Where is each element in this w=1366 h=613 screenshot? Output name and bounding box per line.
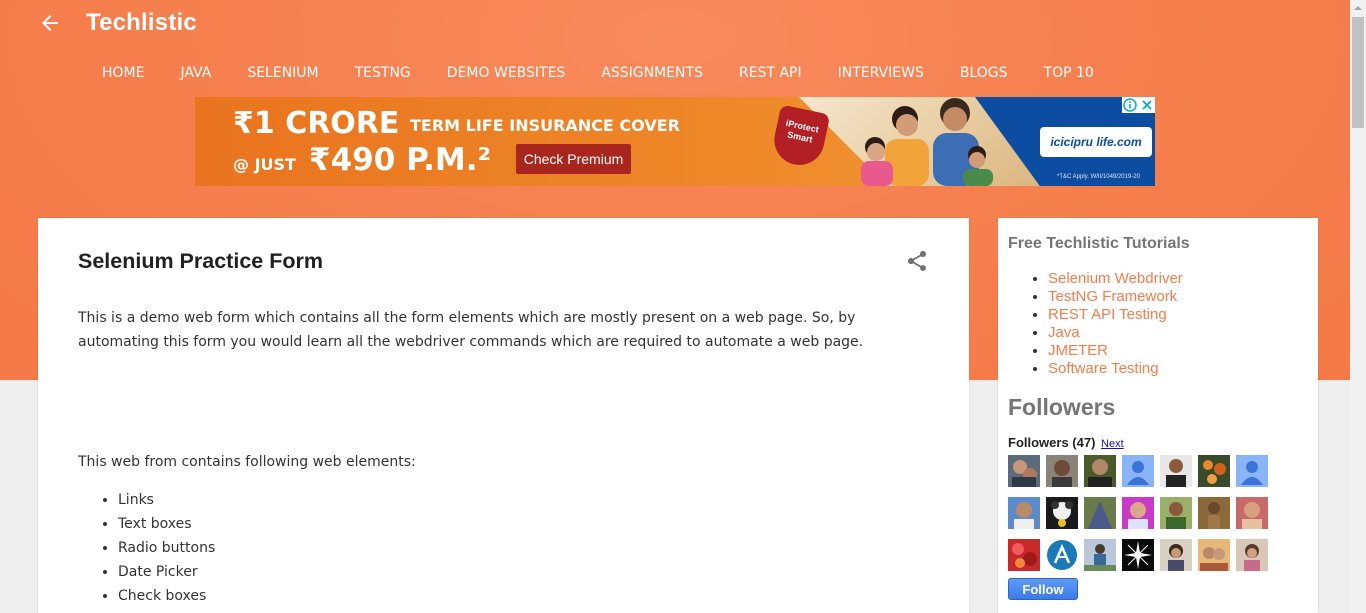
tutorial-link-selenium-webdriver[interactable]: Selenium Webdriver <box>1048 270 1183 287</box>
follower-avatar[interactable] <box>1008 497 1040 529</box>
page-scrollbar[interactable] <box>1350 0 1366 613</box>
tutorial-item: TestNG Framework <box>1048 288 1183 306</box>
scrollbar-thumb[interactable] <box>1352 17 1364 128</box>
list-item: Radio buttons <box>118 536 215 560</box>
ad-price-prefix: @ JUST <box>233 155 296 174</box>
site-title[interactable]: Techlistic <box>86 9 197 37</box>
post-elements-intro: This web from contains following web ele… <box>78 454 416 470</box>
tutorial-link-testng-framework[interactable]: TestNG Framework <box>1048 288 1177 305</box>
tutorial-item: Software Testing <box>1048 360 1183 378</box>
nav-item-top-10[interactable]: TOP 10 <box>1026 62 1112 84</box>
follower-avatar[interactable] <box>1084 455 1116 487</box>
post-title: Selenium Practice Form <box>78 249 323 273</box>
tutorial-item: Selenium Webdriver <box>1048 270 1183 288</box>
follower-avatar[interactable] <box>1198 539 1230 571</box>
nav-item-selenium[interactable]: SELENIUM <box>229 62 336 84</box>
follower-avatar[interactable] <box>1236 455 1268 487</box>
tutorial-item: Java <box>1048 324 1183 342</box>
share-icon[interactable] <box>905 249 929 273</box>
follower-avatar[interactable] <box>1122 497 1154 529</box>
follower-avatar[interactable] <box>1084 539 1116 571</box>
follower-avatar[interactable] <box>1008 455 1040 487</box>
follow-button[interactable]: Follow <box>1008 578 1078 600</box>
ad-subline: TERM LIFE INSURANCE COVER <box>410 116 680 135</box>
follower-avatar[interactable] <box>1046 539 1078 571</box>
ad-check-premium-button[interactable]: Check Premium <box>516 144 631 174</box>
tutorial-item: JMETER <box>1048 342 1183 360</box>
scroll-up-arrow-icon[interactable] <box>1350 0 1366 16</box>
follower-avatar[interactable] <box>1046 455 1078 487</box>
follower-avatar[interactable] <box>1008 539 1040 571</box>
follower-avatar[interactable] <box>1084 497 1116 529</box>
follower-avatar[interactable] <box>1236 539 1268 571</box>
nav-item-demo-websites[interactable]: DEMO WEBSITES <box>429 62 584 84</box>
nav-item-java[interactable]: JAVA <box>162 62 229 84</box>
back-arrow-icon[interactable] <box>38 11 62 35</box>
tutorial-item: REST API Testing <box>1048 306 1183 324</box>
ad-brand-logo: icicipru life.com <box>1040 127 1152 157</box>
sidebar: Free Techlistic Tutorials Selenium Webdr… <box>998 218 1318 613</box>
followers-next-link[interactable]: Next <box>1101 438 1124 450</box>
ad-disclaimer: *T&C Apply. W/II/1049/2019-20 <box>1057 174 1140 180</box>
ad-price: ₹490 P.M.² <box>309 142 492 178</box>
followers-heading: Followers <box>1008 394 1116 420</box>
nav-item-interviews[interactable]: INTERVIEWS <box>820 62 942 84</box>
followers-count-row: Followers (47) Next <box>1008 435 1124 450</box>
tutorials-heading: Free Techlistic Tutorials <box>1008 235 1190 252</box>
ad-headline: ₹1 CRORE <box>233 106 400 141</box>
ad-close-icon[interactable] <box>1138 97 1155 113</box>
ad-banner[interactable]: ₹1 CRORE TERM LIFE INSURANCE COVER @ JUS… <box>195 97 1155 186</box>
post-intro-paragraph: This is a demo web form which contains a… <box>78 310 864 350</box>
nav-item-rest-api[interactable]: REST API <box>721 62 820 84</box>
main-nav: HOME JAVA SELENIUM TESTNG DEMO WEBSITES … <box>84 62 1112 84</box>
tutorial-link-rest-api-testing[interactable]: REST API Testing <box>1048 306 1167 323</box>
follower-avatar[interactable] <box>1046 497 1078 529</box>
ad-shield-badge: iProtect Smart <box>769 104 831 170</box>
nav-item-blogs[interactable]: BLOGS <box>942 62 1026 84</box>
nav-item-testng[interactable]: TESTNG <box>337 62 429 84</box>
follower-avatar[interactable] <box>1198 497 1230 529</box>
follower-avatars <box>1008 455 1278 571</box>
list-item: Date Picker <box>118 560 215 584</box>
ad-info-icon[interactable] <box>1122 97 1138 113</box>
list-item: Links <box>118 488 215 512</box>
list-item: Check boxes <box>118 584 215 608</box>
tutorial-link-software-testing[interactable]: Software Testing <box>1048 360 1159 377</box>
ad-family-image <box>861 98 993 186</box>
follower-avatar[interactable] <box>1198 455 1230 487</box>
list-item: Text boxes <box>118 512 215 536</box>
follower-avatar[interactable] <box>1160 455 1192 487</box>
follower-avatar[interactable] <box>1122 539 1154 571</box>
post-card: Selenium Practice Form This is a demo we… <box>38 218 969 613</box>
follower-avatar[interactable] <box>1160 497 1192 529</box>
followers-count: Followers (47) <box>1008 435 1096 450</box>
follower-avatar[interactable] <box>1160 539 1192 571</box>
follower-avatar[interactable] <box>1236 497 1268 529</box>
tutorials-list: Selenium Webdriver TestNG Framework REST… <box>1048 270 1183 378</box>
tutorial-link-jmeter[interactable]: JMETER <box>1048 342 1108 359</box>
web-elements-list: Links Text boxes Radio buttons Date Pick… <box>118 488 215 608</box>
follower-avatar[interactable] <box>1122 455 1154 487</box>
nav-item-assignments[interactable]: ASSIGNMENTS <box>583 62 721 84</box>
nav-item-home[interactable]: HOME <box>84 62 162 84</box>
tutorial-link-java[interactable]: Java <box>1048 324 1080 341</box>
